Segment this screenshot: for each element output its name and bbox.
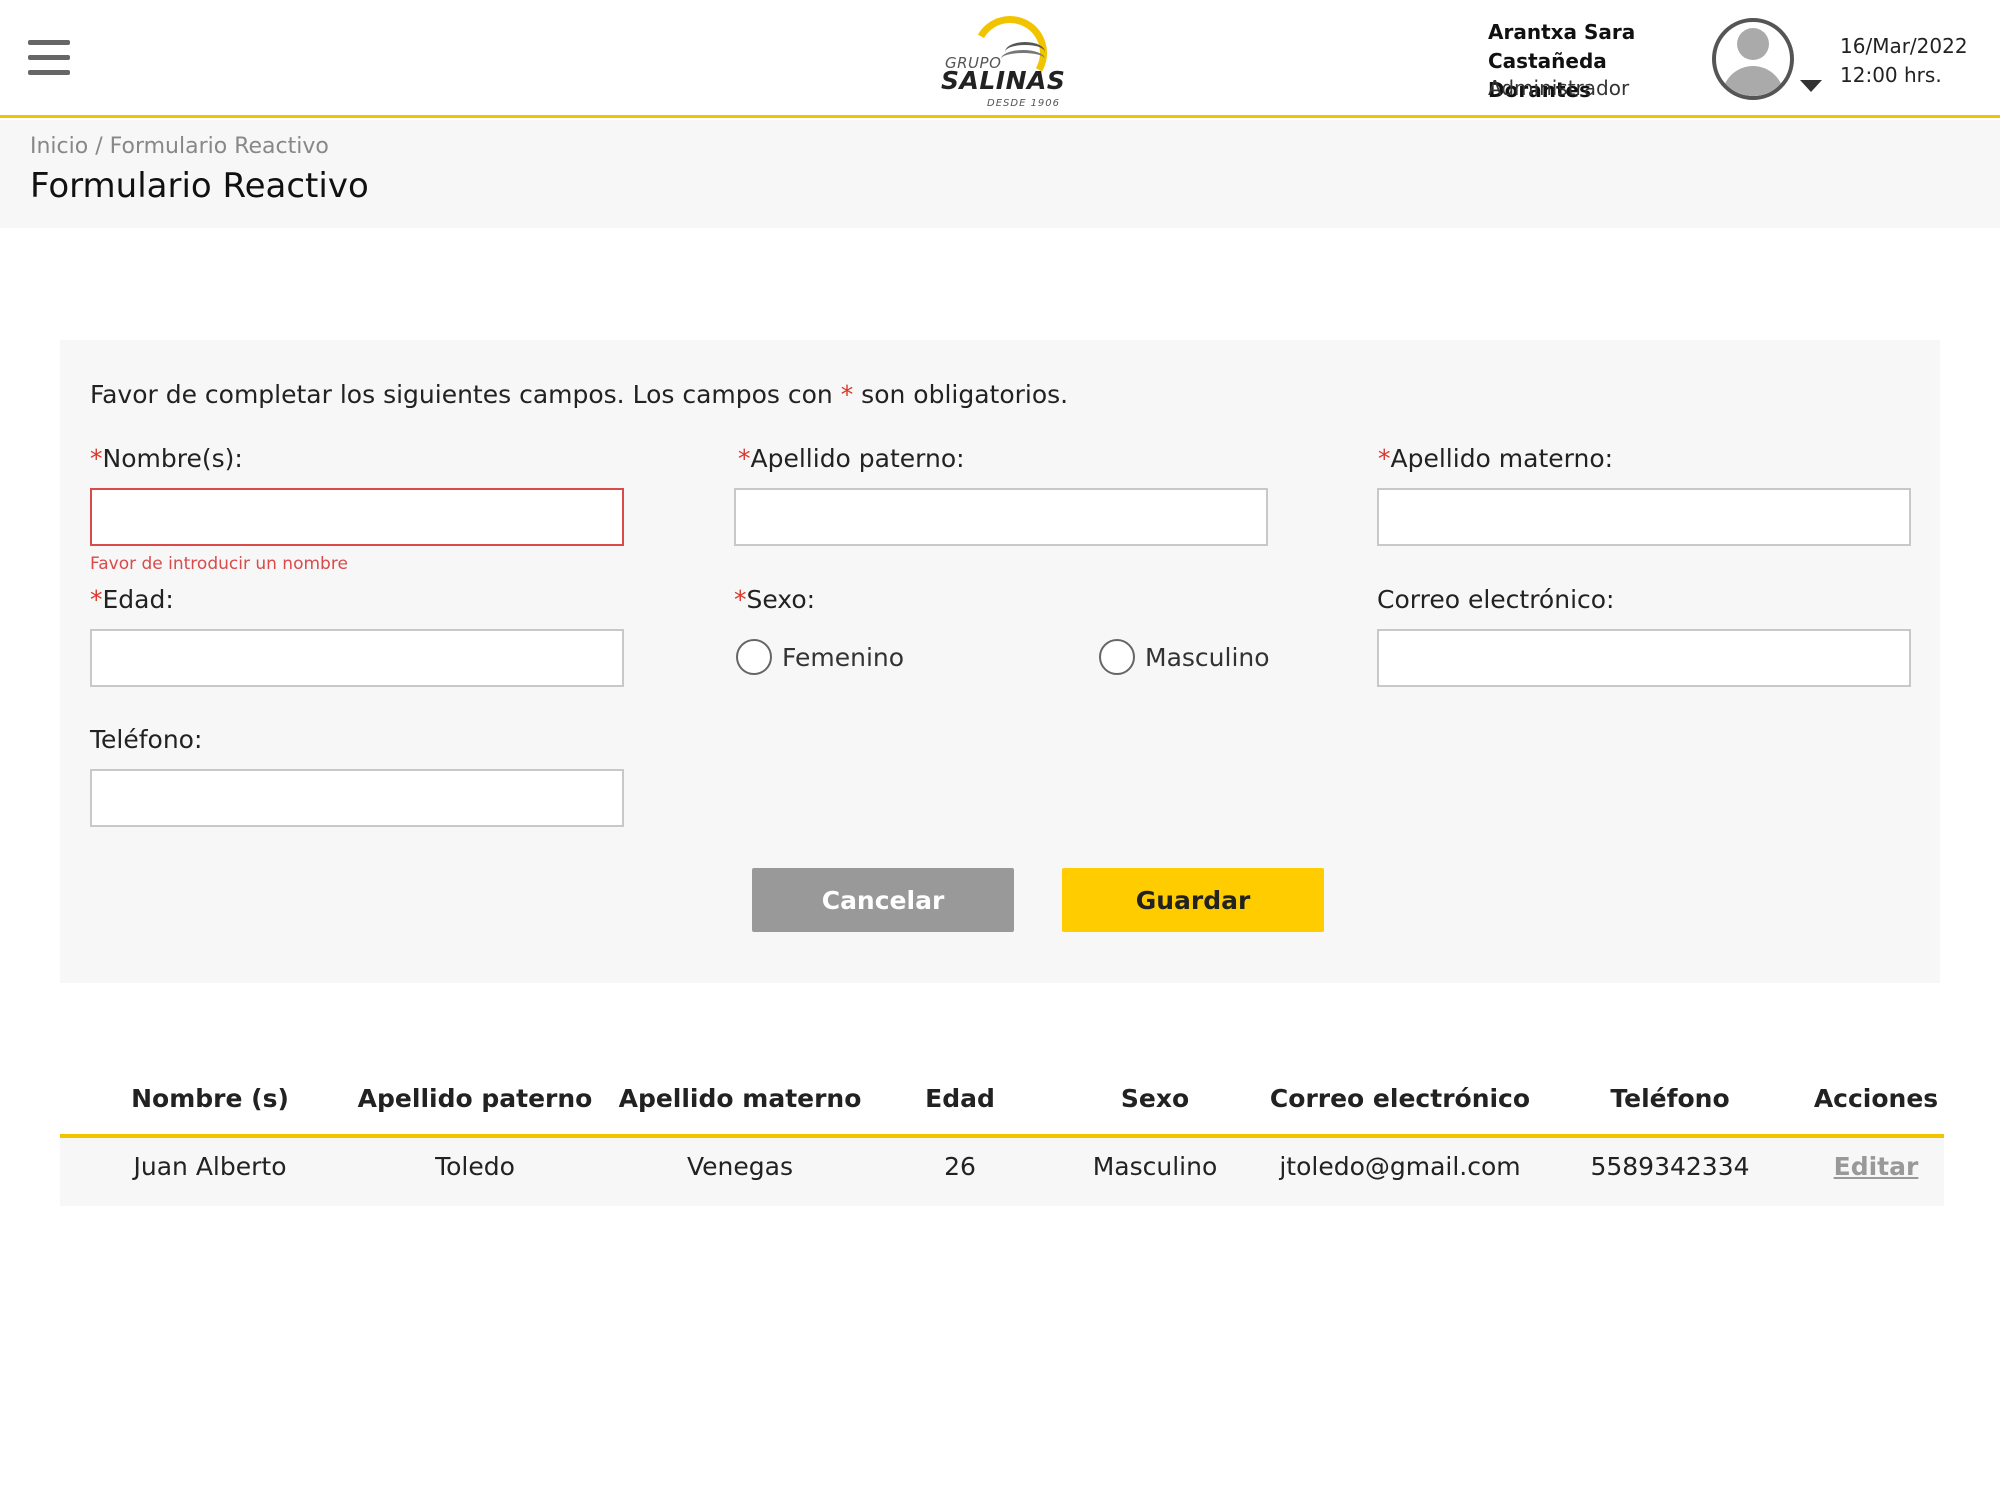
page-header: Inicio / Formulario Reactivo Formulario … [0, 120, 2000, 228]
column-header: Sexo [1120, 1084, 1190, 1113]
nombre-input[interactable] [90, 488, 624, 546]
user-menu-caret-icon[interactable] [1800, 80, 1822, 92]
current-time: 12:00 hrs. [1840, 63, 1942, 87]
cell-apellido-materno: Venegas [687, 1152, 793, 1181]
save-button[interactable]: Guardar [1062, 868, 1324, 932]
sexo-masculino-radio[interactable]: Masculino [1099, 639, 1270, 675]
column-header: Teléfono [1610, 1084, 1730, 1113]
sexo-femenino-radio[interactable]: Femenino [736, 639, 904, 675]
apellido-paterno-input[interactable] [734, 488, 1268, 546]
edit-link[interactable]: Editar [1834, 1152, 1919, 1181]
column-header: Correo electrónico [1269, 1084, 1531, 1113]
cell-edad: 26 [944, 1152, 976, 1181]
telefono-input[interactable] [90, 769, 624, 827]
avatar[interactable] [1712, 18, 1794, 100]
cell-sexo: Masculino [1092, 1152, 1218, 1181]
apellido-materno-input[interactable] [1377, 488, 1911, 546]
column-header: Apellido materno [618, 1084, 862, 1113]
column-header: Acciones [1813, 1084, 1939, 1113]
column-header: Nombre (s) [131, 1084, 289, 1113]
grupo-salinas-logo: GRUPO SALINAS DESDE 1906 [935, 7, 1065, 109]
apellido-paterno-label: *Apellido paterno: [738, 444, 965, 473]
apellido-materno-label: *Apellido materno: [1378, 444, 1614, 473]
correo-label: Correo electrónico: [1377, 585, 1615, 614]
date-time: 16/Mar/2022 12:00 hrs. [1840, 32, 1968, 90]
telefono-label: Teléfono: [90, 725, 203, 754]
table-row: Juan Alberto Toledo Venegas 26 Masculino… [60, 1138, 1944, 1206]
breadcrumb-separator: / [88, 134, 110, 159]
radio-label: Masculino [1145, 642, 1270, 672]
cell-correo: jtoledo@gmail.com [1279, 1152, 1521, 1181]
page-title: Formulario Reactivo [30, 166, 369, 206]
records-table: Nombre (s) Apellido paterno Apellido mat… [60, 1064, 1944, 1206]
correo-input[interactable] [1377, 629, 1911, 687]
radio-circle-icon[interactable] [1099, 639, 1135, 675]
user-role: Administrador [1488, 76, 1630, 100]
cell-telefono: 5589342334 [1590, 1152, 1750, 1181]
nombre-label: *Nombre(s): [90, 444, 243, 473]
cell-acciones: Editar [1776, 1152, 1976, 1181]
form-instructions: Favor de completar los siguientes campos… [90, 380, 1069, 409]
edad-input[interactable] [90, 629, 624, 687]
form-panel: Favor de completar los siguientes campos… [60, 340, 1940, 983]
nombre-error-message: Favor de introducir un nombre [90, 554, 348, 574]
breadcrumb-current: Formulario Reactivo [109, 134, 329, 159]
sexo-label: *Sexo: [734, 585, 816, 614]
table-header: Nombre (s) Apellido paterno Apellido mat… [60, 1064, 1944, 1138]
column-header: Apellido paterno [357, 1084, 593, 1113]
breadcrumb-home-link[interactable]: Inicio [30, 134, 88, 159]
app-header: GRUPO SALINAS DESDE 1906 Arantxa Sara Ca… [0, 0, 2000, 118]
edad-label: *Edad: [90, 585, 174, 614]
radio-label: Femenino [782, 642, 905, 672]
radio-circle-icon[interactable] [736, 639, 772, 675]
cell-apellido-paterno: Toledo [435, 1152, 515, 1181]
breadcrumb: Inicio / Formulario Reactivo [30, 134, 329, 159]
hamburger-menu-icon[interactable] [28, 38, 72, 78]
column-header: Edad [925, 1084, 995, 1113]
cell-nombre: Juan Alberto [133, 1152, 287, 1181]
current-date: 16/Mar/2022 [1840, 34, 1968, 58]
cancel-button[interactable]: Cancelar [752, 868, 1014, 932]
